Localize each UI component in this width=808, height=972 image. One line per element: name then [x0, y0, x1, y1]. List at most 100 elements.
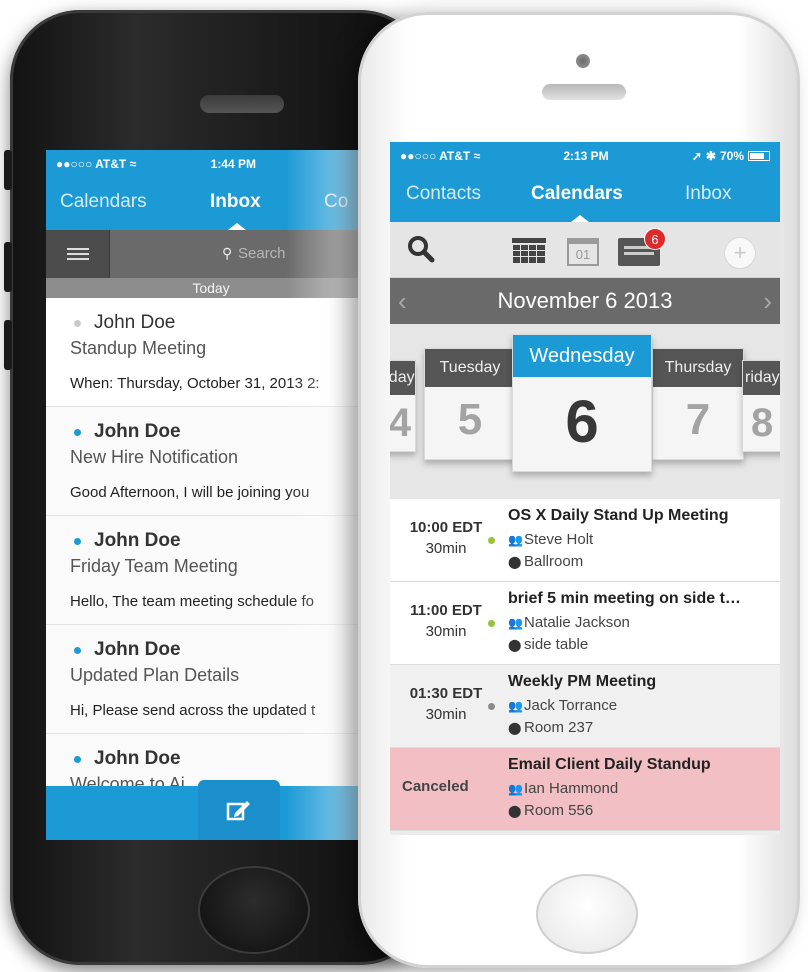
message-item[interactable]: John Doe New Hire Notification Good Afte…: [46, 407, 376, 516]
day-card[interactable]: onday 4: [390, 360, 416, 452]
day-name: Thursday: [653, 349, 743, 387]
event-attendee: 👥Steve Holt: [508, 531, 594, 548]
section-header-today: Today: [46, 278, 376, 298]
message-item[interactable]: John Doe Updated Plan Details Hi, Please…: [46, 625, 376, 734]
event-attendee: 👥Natalie Jackson: [508, 614, 630, 631]
hamburger-icon: [66, 248, 89, 260]
event-row[interactable]: 10:00 EDT 30min OS X Daily Stand Up Meeti…: [390, 499, 780, 582]
active-tab-indicator: [571, 215, 589, 222]
message-sender: John Doe: [94, 312, 176, 333]
search-row: ⚲ Search: [46, 230, 376, 278]
location-pin-icon: ⬤: [508, 804, 522, 818]
day-name: Wednesday: [513, 335, 651, 377]
day-number: 5: [457, 395, 483, 444]
status-time: 1:44 PM: [210, 156, 256, 171]
day-number: 4: [390, 401, 411, 445]
location-icon: ➚: [691, 148, 702, 163]
day-view-icon[interactable]: 01: [567, 238, 599, 266]
add-event-button[interactable]: +: [724, 237, 756, 269]
tab-contacts[interactable]: Contacts: [406, 183, 481, 205]
calendar-toolbar: 01 6 +: [390, 222, 780, 278]
next-date-arrow[interactable]: ›: [763, 286, 772, 317]
message-subject: Updated Plan Details: [70, 665, 240, 685]
home-button[interactable]: [198, 866, 310, 954]
volume-up-button: [4, 242, 12, 292]
message-sender: John Doe: [94, 530, 181, 551]
unread-indicator-dot: [74, 756, 81, 763]
notification-badge: 6: [644, 228, 666, 250]
message-sender: John Doe: [94, 639, 181, 660]
tab-calendars[interactable]: Calendars: [60, 191, 147, 213]
event-status-dot: [488, 703, 495, 710]
unread-indicator-dot: [74, 538, 81, 545]
compose-icon: [226, 801, 250, 821]
event-title: Weekly PM Meeting: [508, 673, 657, 690]
month-view-icon[interactable]: [512, 238, 546, 264]
message-item[interactable]: John Doe Friday Team Meeting Hello, The …: [46, 516, 376, 625]
event-row-canceled[interactable]: Canceled Email Client Daily Standup 👥Ian…: [390, 748, 780, 831]
home-button[interactable]: [536, 874, 638, 954]
unread-indicator-dot: [74, 429, 81, 436]
current-date-label: November 6 2013: [497, 288, 673, 313]
day-number: 8: [751, 401, 774, 445]
battery-icon: [748, 150, 770, 161]
event-status-dot: [488, 537, 495, 544]
earpiece-speaker: [542, 84, 626, 100]
status-right: ➚ ✱ 70%: [692, 149, 770, 163]
day-card[interactable]: Thursday 7: [652, 348, 744, 460]
day-number: 6: [565, 388, 599, 455]
event-row[interactable]: 11:00 EDT 30min brief 5 min meeting on si…: [390, 582, 780, 665]
bluetooth-icon: ✱: [705, 148, 716, 163]
mute-switch: [4, 150, 12, 190]
event-attendee: 👥Ian Hammond: [508, 780, 619, 797]
status-bar: ●●○○○ AT&T ≈ 1:44 PM: [46, 150, 376, 177]
compose-button[interactable]: [198, 780, 280, 840]
status-time: 2:13 PM: [563, 148, 609, 163]
message-preview: Hello, The team meeting schedule fo: [70, 593, 315, 610]
location-pin-icon: ⬤: [508, 721, 522, 735]
event-time: 10:00 EDT 30min: [409, 519, 483, 557]
day-card-selected[interactable]: Wednesday 6: [512, 334, 652, 472]
people-icon: 👥: [508, 699, 523, 713]
inbox-screen: ●●○○○ AT&T ≈ 1:44 PM Calendars Inbox Co …: [46, 150, 376, 840]
unread-indicator-dot: [74, 647, 81, 654]
day-card[interactable]: riday 8: [742, 360, 780, 452]
day-name: riday: [743, 361, 780, 395]
top-nav: Calendars Inbox Co: [46, 177, 376, 230]
day-card[interactable]: Tuesday 5: [424, 348, 516, 460]
day-name: onday: [390, 361, 415, 395]
event-row[interactable]: 01:30 EDT 30min Weekly PM Meeting 👥Jack T…: [390, 665, 780, 748]
search-input[interactable]: Search: [238, 245, 286, 262]
search-icon[interactable]: [406, 234, 436, 264]
event-title: brief 5 min meeting on side t…: [508, 590, 741, 607]
people-icon: 👥: [508, 782, 523, 796]
wifi-icon: ≈: [473, 148, 481, 163]
tab-contacts[interactable]: Co: [324, 191, 348, 213]
white-iphone: ●●○○○ AT&T ≈ 2:13 PM ➚ ✱ 70% Contacts Ca…: [358, 12, 800, 968]
read-indicator-dot: [74, 320, 81, 327]
event-time: 11:00 EDT 30min: [410, 602, 482, 640]
event-time: 01:30 EDT 30min: [409, 685, 483, 723]
event-location: ⬤ Ballroom: [508, 553, 584, 570]
tab-calendars[interactable]: Calendars: [531, 183, 623, 205]
message-preview: When: Thursday, October 31, 2013 2:: [70, 375, 320, 392]
carrier-signal: ●●○○○ AT&T ≈: [56, 156, 137, 171]
event-attendee: 👥Jack Torrance: [508, 697, 618, 714]
calendar-screen: ●●○○○ AT&T ≈ 2:13 PM ➚ ✱ 70% Contacts Ca…: [390, 142, 780, 835]
message-item[interactable]: John Doe Standup Meeting When: Thursday,…: [46, 298, 376, 407]
message-preview: Good Afternoon, I will be joining you: [70, 484, 310, 501]
event-location: ⬤ Room 237: [508, 719, 594, 736]
day-picker: onday 4 Tuesday 5 Thursday 7 riday 8 Wed…: [390, 324, 780, 499]
message-subject: Friday Team Meeting: [70, 556, 238, 576]
tab-inbox[interactable]: Inbox: [685, 183, 731, 205]
people-icon: 👥: [508, 616, 523, 630]
tab-inbox[interactable]: Inbox: [210, 191, 261, 213]
menu-button[interactable]: [46, 230, 110, 278]
active-tab-indicator: [228, 223, 246, 230]
battery-percent: 70%: [719, 148, 744, 163]
earpiece-speaker: [200, 95, 284, 113]
volume-down-button: [4, 320, 12, 370]
event-status-dot: [488, 620, 495, 627]
message-subject: Standup Meeting: [70, 338, 207, 358]
status-bar: ●●○○○ AT&T ≈ 2:13 PM ➚ ✱ 70%: [390, 142, 780, 169]
